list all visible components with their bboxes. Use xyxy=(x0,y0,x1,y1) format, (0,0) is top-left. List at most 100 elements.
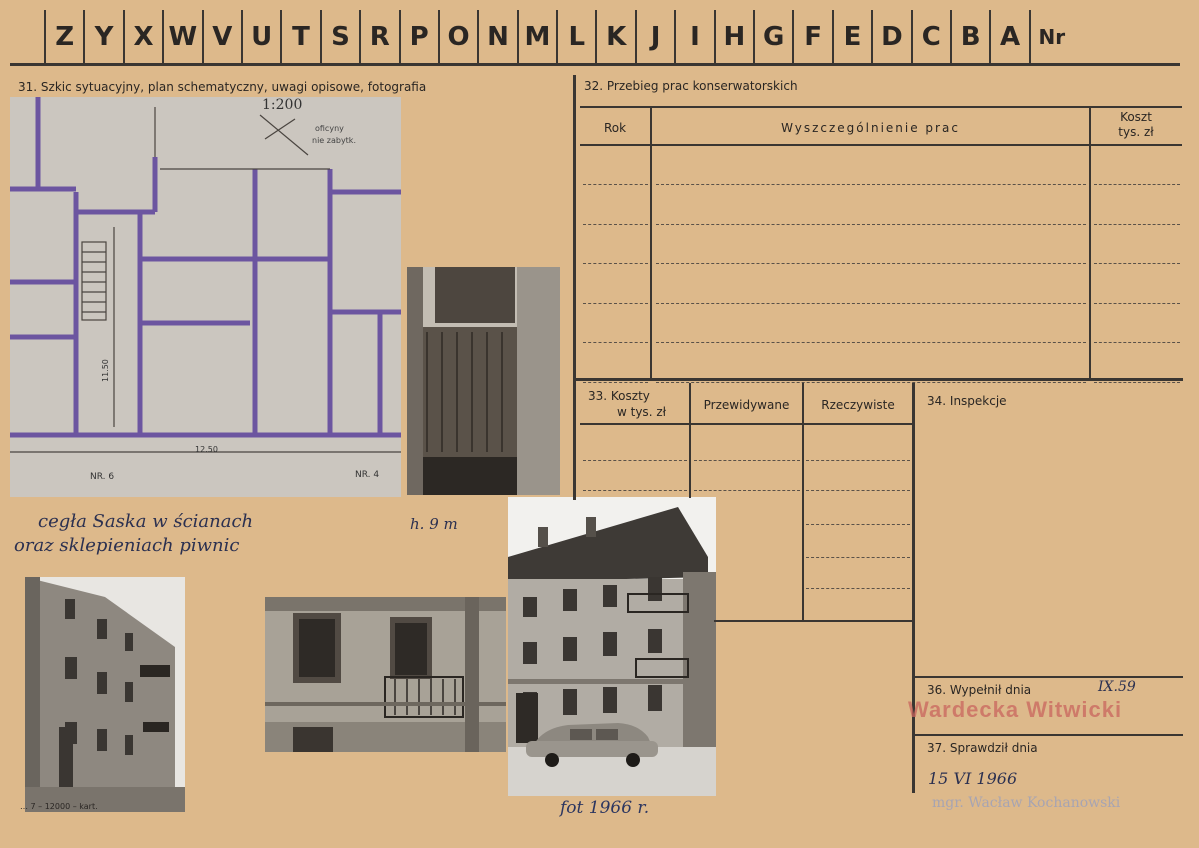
index-letter-g: G xyxy=(753,10,792,64)
index-letter-p: P xyxy=(398,10,438,64)
section-32-title: 32. Przebieg prac konserwatorskich xyxy=(584,79,798,93)
note-brick-line1: cegła Saska w ścianach xyxy=(38,511,254,532)
note-height: h. 9 m xyxy=(410,515,458,533)
table-32-row-rule xyxy=(656,342,1086,343)
index-letter-s: S xyxy=(319,10,359,64)
table-33-col-2 xyxy=(802,383,804,620)
table-33-row-rule xyxy=(806,557,910,558)
note-photo-date: fot 1966 r. xyxy=(560,798,650,818)
index-letter-x: X xyxy=(122,10,162,64)
photo-street-car xyxy=(508,497,716,796)
index-letter-c: C xyxy=(910,10,950,64)
table-33-row-rule xyxy=(806,490,910,491)
index-nr-label: Nr xyxy=(1028,10,1073,64)
index-letter-k: K xyxy=(595,10,634,64)
floor-plan-drawing: 1:200 oficyny nie zabytk. 12.50 11.50 NR… xyxy=(10,97,401,497)
index-letter-i: I xyxy=(674,10,713,64)
photo-facade-balcony xyxy=(265,597,506,752)
table-32-row-rule xyxy=(1094,184,1180,185)
table-32-row-rule xyxy=(656,302,1086,304)
table-32-row-rule xyxy=(583,381,648,383)
table-33-bottom xyxy=(714,620,913,622)
header-rule xyxy=(10,63,1180,66)
table-32-row-rule xyxy=(583,184,648,185)
table-32-row-rule xyxy=(656,223,1086,225)
index-letter-e: E xyxy=(831,10,871,64)
index-letter-l: L xyxy=(556,10,595,64)
table-33-col-1 xyxy=(689,383,691,498)
table-33-row-rule xyxy=(694,490,800,491)
table-32-row-rule xyxy=(1094,342,1180,343)
table-32-header-cost-unit: tys. zł xyxy=(1118,125,1154,139)
photo-wooden-balcony xyxy=(407,267,560,495)
index-letter-w: W xyxy=(162,10,201,64)
divider-32-left xyxy=(573,75,576,500)
table-32-row-rule xyxy=(656,263,1086,264)
index-letter-j: J xyxy=(634,10,674,64)
section-33-title-line1: 33. Koszty xyxy=(588,389,650,403)
index-letter-y: Y xyxy=(83,10,122,64)
table-32-header-bottom xyxy=(580,144,1182,146)
table-33-header-bottom xyxy=(580,423,913,425)
table-33-header-actual: Rzeczywiste xyxy=(821,398,895,412)
section-36-date: IX.59 xyxy=(1098,679,1136,695)
divider-34-left xyxy=(912,383,915,793)
table-32-col-1 xyxy=(650,108,652,380)
photo-building-corner xyxy=(25,577,185,812)
table-32-row-rule xyxy=(656,184,1086,185)
table-33-row-rule xyxy=(694,460,800,461)
table-32-header-year: Rok xyxy=(603,121,627,135)
section-36-title: 36. Wypełnił dnia xyxy=(927,683,1032,697)
section-36-stamp: Wardecka Witwicki xyxy=(908,697,1123,722)
section-37-title: 37. Sprawdził dnia xyxy=(927,741,1038,755)
table-32-top xyxy=(580,106,1182,108)
svg-text:12.50: 12.50 xyxy=(195,445,218,454)
section-36-top xyxy=(913,676,1183,678)
printer-footer: … 7 – 12000 – kart. xyxy=(20,802,98,811)
table-32-row-rule xyxy=(1094,381,1180,383)
floor-plan-sketch: 1:200 oficyny nie zabytk. 12.50 11.50 NR… xyxy=(10,97,401,497)
index-letter-o: O xyxy=(437,10,477,64)
index-letter-m: M xyxy=(516,10,556,64)
table-33-row-rule xyxy=(583,460,687,461)
index-letter-h: H xyxy=(713,10,753,64)
svg-text:nie zabytk.: nie zabytk. xyxy=(312,136,356,145)
section-33-title-line2: w tys. zł xyxy=(617,405,667,419)
index-letter-b: B xyxy=(949,10,989,64)
table-32-row-rule xyxy=(1094,302,1180,304)
index-letter-z: Z xyxy=(44,10,83,64)
table-32-row-rule xyxy=(583,263,648,264)
index-letter-row: Z Y X W V U T S R P O N M L K J I H G F E D C B A Nr xyxy=(44,10,1073,64)
index-letter-f: F xyxy=(792,10,831,64)
table-33-header-planned: Przewidywane xyxy=(703,398,790,412)
section-34-title: 34. Inspekcje xyxy=(927,394,1007,408)
note-brick-line2: oraz sklepieniach piwnic xyxy=(14,535,240,556)
table-32-row-rule xyxy=(656,381,1086,383)
table-32-col-2 xyxy=(1089,108,1091,380)
svg-text:11.50: 11.50 xyxy=(101,359,110,382)
table-32-row-rule xyxy=(583,302,648,304)
table-32-row-rule xyxy=(583,342,648,343)
table-32-header-cost: Koszt xyxy=(1120,110,1152,124)
table-32-row-rule xyxy=(1094,263,1180,264)
section-37-top xyxy=(913,734,1183,736)
svg-text:NR. 4: NR. 4 xyxy=(355,470,379,480)
table-33-row-rule xyxy=(583,490,687,491)
svg-text:1:200: 1:200 xyxy=(262,97,302,113)
section-31-title: 31. Szkic sytuacyjny, plan schematyczny,… xyxy=(18,80,427,94)
section-37-checker: mgr. Wacław Kochanowski xyxy=(932,795,1121,811)
table-33-row-rule xyxy=(806,524,910,525)
table-33-row-rule xyxy=(806,460,910,461)
svg-text:NR. 6: NR. 6 xyxy=(90,472,114,482)
table-32-row-rule xyxy=(1094,223,1180,225)
svg-text:oficyny: oficyny xyxy=(315,124,344,133)
table-32-row-rule xyxy=(583,223,648,225)
index-letter-d: D xyxy=(871,10,910,64)
index-letter-r: R xyxy=(359,10,398,64)
table-32-bottom xyxy=(573,378,1183,381)
section-37-date: 15 VI 1966 xyxy=(928,769,1018,788)
index-letter-n: N xyxy=(477,10,516,64)
index-letter-t: T xyxy=(280,10,319,64)
table-32-header-works: Wyszczególnienie prac xyxy=(781,121,960,135)
index-letter-v: V xyxy=(201,10,241,64)
